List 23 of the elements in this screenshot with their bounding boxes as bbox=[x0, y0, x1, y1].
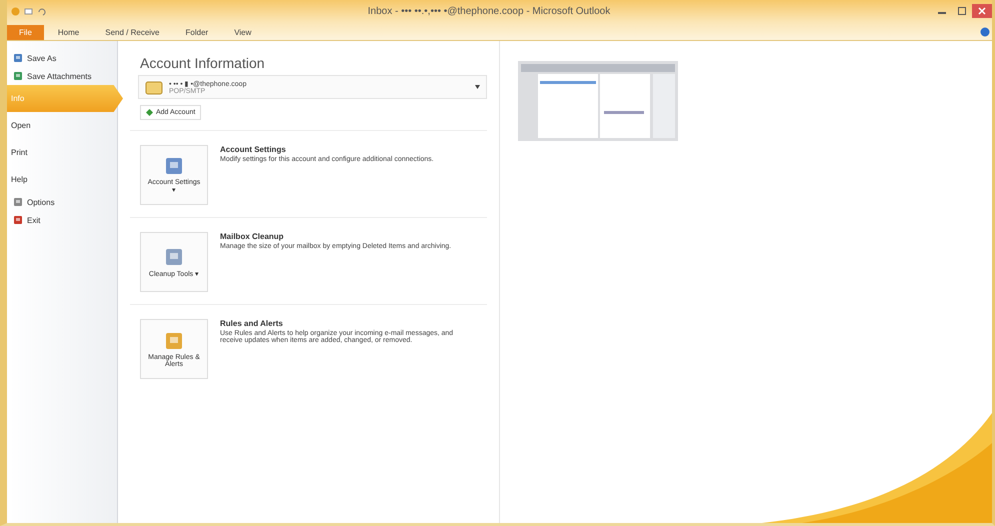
help-icon[interactable] bbox=[980, 27, 990, 37]
ribbon-tab[interactable]: Folder bbox=[174, 25, 220, 40]
section-title: Rules and Alerts bbox=[220, 319, 284, 328]
ribbon-tab[interactable]: View bbox=[222, 25, 264, 40]
sidebar-item[interactable]: Open bbox=[7, 112, 117, 139]
sidebar-item[interactable]: Save Attachments bbox=[7, 67, 117, 85]
window-title: Inbox - ••• ••.•,••• •@thephone.coop - Microsoft Outlook bbox=[366, 6, 612, 16]
close-button[interactable] bbox=[972, 4, 992, 18]
dropdown-icon bbox=[475, 85, 480, 89]
sidebar-item[interactable]: Options bbox=[7, 193, 117, 211]
section-title: Account Settings bbox=[220, 145, 287, 154]
ribbon-tab[interactable]: Home bbox=[46, 25, 92, 40]
undo-icon[interactable] bbox=[37, 6, 46, 16]
sidebar-item[interactable]: Exit bbox=[7, 211, 117, 229]
sidebar-item[interactable]: Print bbox=[7, 139, 117, 166]
sidebar-item[interactable]: Save As bbox=[7, 49, 117, 67]
plus-icon bbox=[146, 109, 153, 116]
section-heading: Account Information bbox=[140, 55, 266, 71]
sidebar-item[interactable]: Help bbox=[7, 166, 117, 193]
close-icon bbox=[978, 7, 986, 15]
section-title: Mailbox Cleanup bbox=[220, 232, 285, 241]
maximize-icon bbox=[958, 7, 966, 15]
ribbon-tab[interactable]: Send / Receive bbox=[93, 25, 172, 40]
